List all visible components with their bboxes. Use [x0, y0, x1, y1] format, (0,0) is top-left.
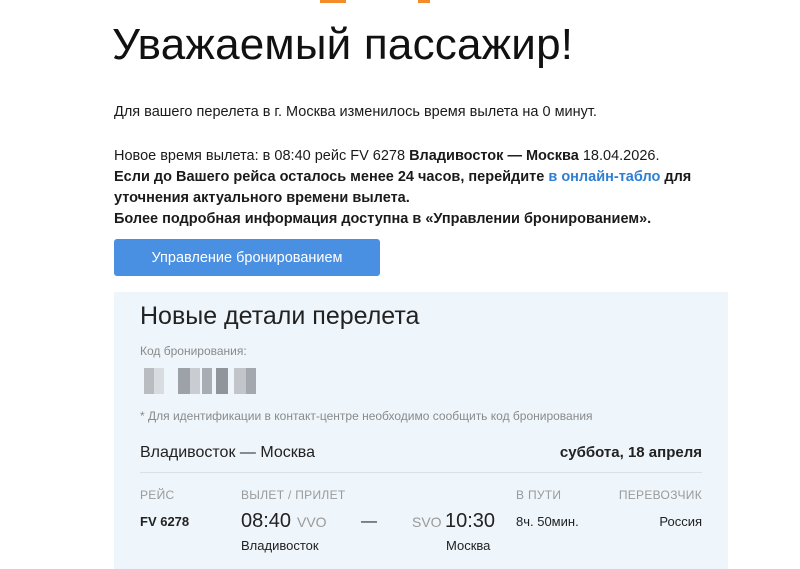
column-header-carrier: Перевозчик [618, 488, 702, 502]
more-info-line: Более подробная информация доступна в «У… [114, 209, 734, 230]
new-time-prefix: Новое время вылета: в 08:40 рейс FV 6278 [114, 148, 410, 164]
advice-before-link: Если до Вашего рейса осталось менее 24 ч… [114, 169, 549, 185]
column-header-duration: В пути [516, 488, 562, 502]
accent-dash [418, 0, 430, 3]
booking-code-redacted [144, 368, 274, 394]
accent-dash [320, 0, 346, 3]
flight-date: суббота, 18 апреля [559, 444, 702, 461]
notice-details: Новое время вылета: в 08:40 рейс FV 6278… [114, 146, 734, 230]
booking-code-label: Код бронирования: [140, 344, 247, 358]
change-notice: Для вашего перелета в г. Москва изменило… [114, 104, 597, 120]
divider [140, 472, 702, 473]
flight-duration: 8ч. 50мин. [516, 514, 579, 529]
route-title: Владивосток — Москва [140, 444, 315, 461]
column-header-dep-arr: Вылет / прилет [241, 488, 346, 502]
departure-city: Владивосток [241, 538, 319, 553]
new-time-route: Владивосток — Москва [409, 148, 579, 164]
flight-details-panel: Новые детали перелета Код бронирования: … [114, 292, 728, 569]
new-time-line: Новое время вылета: в 08:40 рейс FV 6278… [114, 146, 734, 167]
online-board-link[interactable]: в онлайн-табло [548, 169, 660, 185]
carrier-name: Россия [659, 514, 702, 529]
departure-time: 08:40 [241, 510, 292, 532]
page-title: Уважаемый пассажир! [112, 20, 574, 69]
route-separator: — [361, 513, 377, 530]
arrival-time: 10:30 [445, 510, 496, 532]
arrival-city: Москва [446, 538, 491, 553]
column-header-flight: Рейс [140, 488, 175, 502]
departure-airport-code: VVO [297, 514, 327, 530]
flight-number: FV 6278 [140, 514, 190, 529]
details-title: Новые детали перелета [140, 302, 420, 330]
top-accent-strip [0, 0, 800, 3]
new-time-date: 18.04.2026. [578, 148, 660, 164]
manage-booking-button[interactable]: Управление бронированием [114, 239, 380, 276]
advice-line: Если до Вашего рейса осталось менее 24 ч… [114, 167, 734, 209]
arrival-airport-code: SVO [412, 514, 442, 530]
booking-code-note: * Для идентификации в контакт-центре нео… [140, 409, 593, 423]
more-info-text: Более подробная информация доступна в «У… [114, 211, 652, 227]
